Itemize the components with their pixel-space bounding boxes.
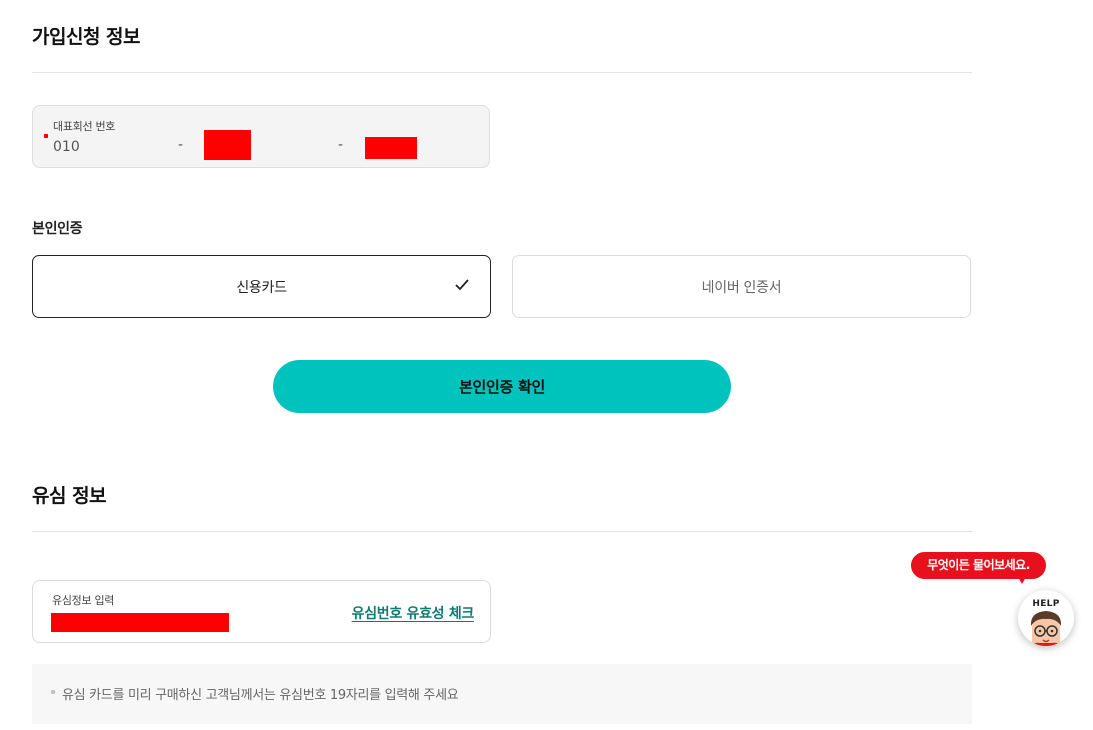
auth-option-credit-card[interactable]: 신용카드: [32, 255, 491, 318]
required-marker: [44, 134, 48, 138]
help-chat-button[interactable]: HELP: [1018, 590, 1074, 646]
identity-verification-label: 본인인증: [32, 221, 83, 237]
section-divider: [32, 531, 972, 532]
auth-option-naver-cert[interactable]: 네이버 인증서: [512, 255, 971, 318]
help-tooltip-bubble[interactable]: 무엇이든 물어보세요.: [911, 552, 1046, 579]
section-title-usim-info: 유심 정보: [32, 485, 107, 507]
usim-number-field[interactable]: 유심정보 입력 유심번호 유효성 체크: [32, 580, 491, 643]
phone-separator: -: [338, 137, 344, 153]
identity-confirm-button[interactable]: 본인인증 확인: [273, 360, 731, 413]
help-character-avatar-icon: [1030, 611, 1062, 646]
check-icon: [455, 279, 469, 291]
usim-notice-text: 유심 카드를 미리 구매하신 고객님께서는 유심번호 19자리를 입력해 주세요: [62, 688, 459, 703]
auth-option-label: 신용카드: [236, 280, 287, 296]
phone-number-label: 대표회선 번호: [53, 120, 116, 133]
usim-input-label: 유심정보 입력: [52, 594, 115, 607]
usim-number-input-redacted[interactable]: [51, 613, 229, 632]
auth-option-label: 네이버 인증서: [701, 280, 782, 296]
phone-separator: -: [178, 137, 184, 153]
bullet-icon: [51, 690, 55, 694]
phone-middle-input-redacted[interactable]: [204, 130, 251, 160]
phone-last-input-redacted[interactable]: [365, 137, 417, 159]
usim-validity-check-link[interactable]: 유심번호 유효성 체크: [352, 603, 475, 623]
phone-number-field[interactable]: 대표회선 번호 010 - -: [32, 105, 490, 168]
usim-notice-box: 유심 카드를 미리 구매하신 고객님께서는 유심번호 19자리를 입력해 주세요: [32, 664, 972, 724]
section-divider: [32, 72, 972, 73]
phone-prefix-input[interactable]: 010: [53, 139, 80, 155]
help-bubble-tail: [1018, 577, 1026, 584]
section-title-join-info: 가입신청 정보: [32, 26, 141, 48]
